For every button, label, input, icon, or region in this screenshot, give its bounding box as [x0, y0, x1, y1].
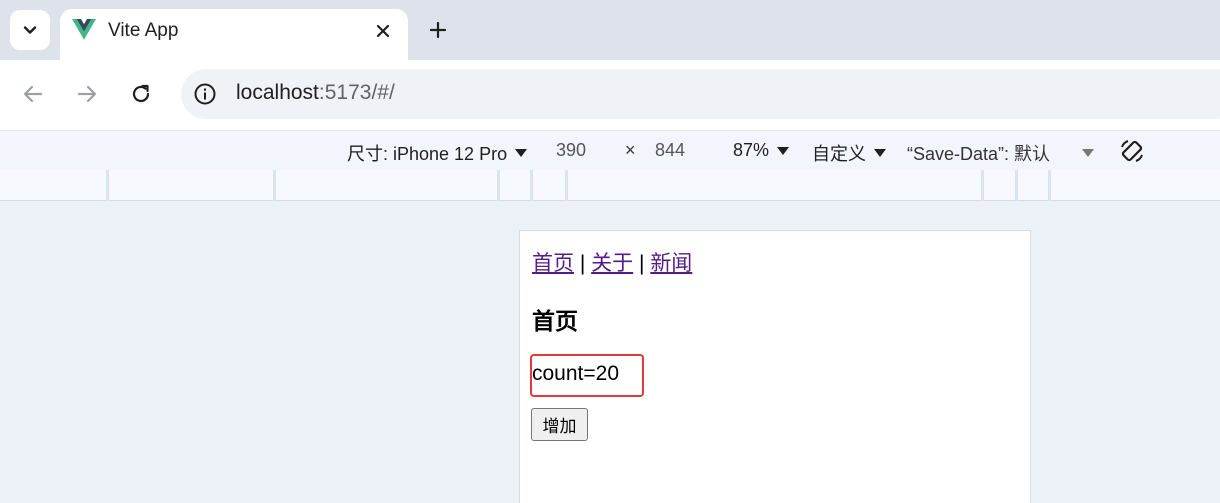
zoom-select[interactable]: 87%	[733, 140, 790, 161]
device-toolbar: 尺寸: iPhone 12 Pro 390 × 844 87% 自定义 “Sav…	[0, 130, 1220, 170]
vue-logo-icon	[72, 19, 96, 40]
caret-down-icon	[777, 146, 790, 155]
nav-link-home[interactable]: 首页	[532, 252, 574, 275]
caret-down-icon	[874, 149, 886, 157]
device-dimensions-select[interactable]: 尺寸: iPhone 12 Pro	[347, 140, 528, 166]
zoom-label: 87%	[733, 140, 770, 160]
emulated-viewport-area: 首页 | 关于 | 新闻 首页 count=20 增加	[0, 201, 1220, 503]
nav-separator: |	[639, 252, 645, 275]
url-host: localhost	[236, 81, 319, 104]
caret-down-icon	[515, 149, 528, 157]
tab-close-button[interactable]	[370, 18, 396, 44]
nav-separator: |	[579, 252, 586, 275]
active-tab[interactable]: Vite App	[60, 9, 408, 60]
browser-toolbar: localhost:5173/#/	[0, 60, 1220, 130]
nav-link-news[interactable]: 新闻	[650, 252, 692, 275]
nav-link-about[interactable]: 关于	[591, 252, 633, 275]
reload-button[interactable]	[125, 78, 157, 110]
reload-icon	[132, 84, 150, 103]
rotate-device-icon	[1121, 140, 1143, 162]
back-button[interactable]	[17, 78, 49, 110]
tab-search-button[interactable]	[10, 10, 50, 50]
url-path: :5173/#/	[318, 81, 395, 104]
device-width-input[interactable]: 390	[556, 140, 586, 161]
arrow-right-icon	[77, 85, 97, 103]
page-nav: 首页 | 关于 | 新闻	[532, 247, 692, 277]
new-tab-button[interactable]	[423, 15, 453, 45]
times-icon: ×	[625, 140, 636, 160]
info-icon[interactable]	[193, 82, 217, 106]
device-dimensions-label: 尺寸: iPhone 12 Pro	[347, 144, 508, 164]
media-query-bar[interactable]	[0, 170, 1220, 201]
forward-button[interactable]	[71, 78, 103, 110]
count-display: count=20	[532, 362, 619, 385]
plus-icon	[429, 21, 447, 39]
url-text[interactable]: localhost:5173/#/	[236, 81, 395, 105]
address-bar[interactable]: localhost:5173/#/	[181, 69, 1220, 119]
arrow-left-icon	[23, 85, 43, 103]
media-query-divider	[530, 170, 533, 201]
page-title: 首页	[532, 308, 578, 334]
chevron-down-icon	[23, 26, 37, 34]
save-data-select[interactable]: “Save-Data”: 默认	[907, 140, 1095, 166]
media-query-divider	[497, 170, 500, 201]
media-query-divider	[981, 170, 984, 201]
throttle-select[interactable]: 自定义	[812, 140, 886, 166]
tab-strip: Vite App	[0, 0, 1220, 60]
rotate-button[interactable]	[1118, 137, 1146, 165]
device-frame: 首页 | 关于 | 新闻 首页 count=20 增加	[519, 230, 1031, 503]
media-query-divider	[106, 170, 109, 201]
throttle-label: 自定义	[812, 144, 866, 164]
media-query-divider	[565, 170, 568, 201]
increment-button[interactable]: 增加	[531, 408, 588, 441]
tab-title: Vite App	[108, 20, 179, 41]
caret-down-icon	[1082, 149, 1095, 157]
media-query-divider	[273, 170, 276, 201]
close-icon	[376, 24, 390, 38]
media-query-divider	[1048, 170, 1051, 201]
save-data-label: “Save-Data”: 默认	[907, 144, 1051, 164]
device-height-input[interactable]: 844	[655, 140, 685, 161]
media-query-divider	[1015, 170, 1018, 201]
